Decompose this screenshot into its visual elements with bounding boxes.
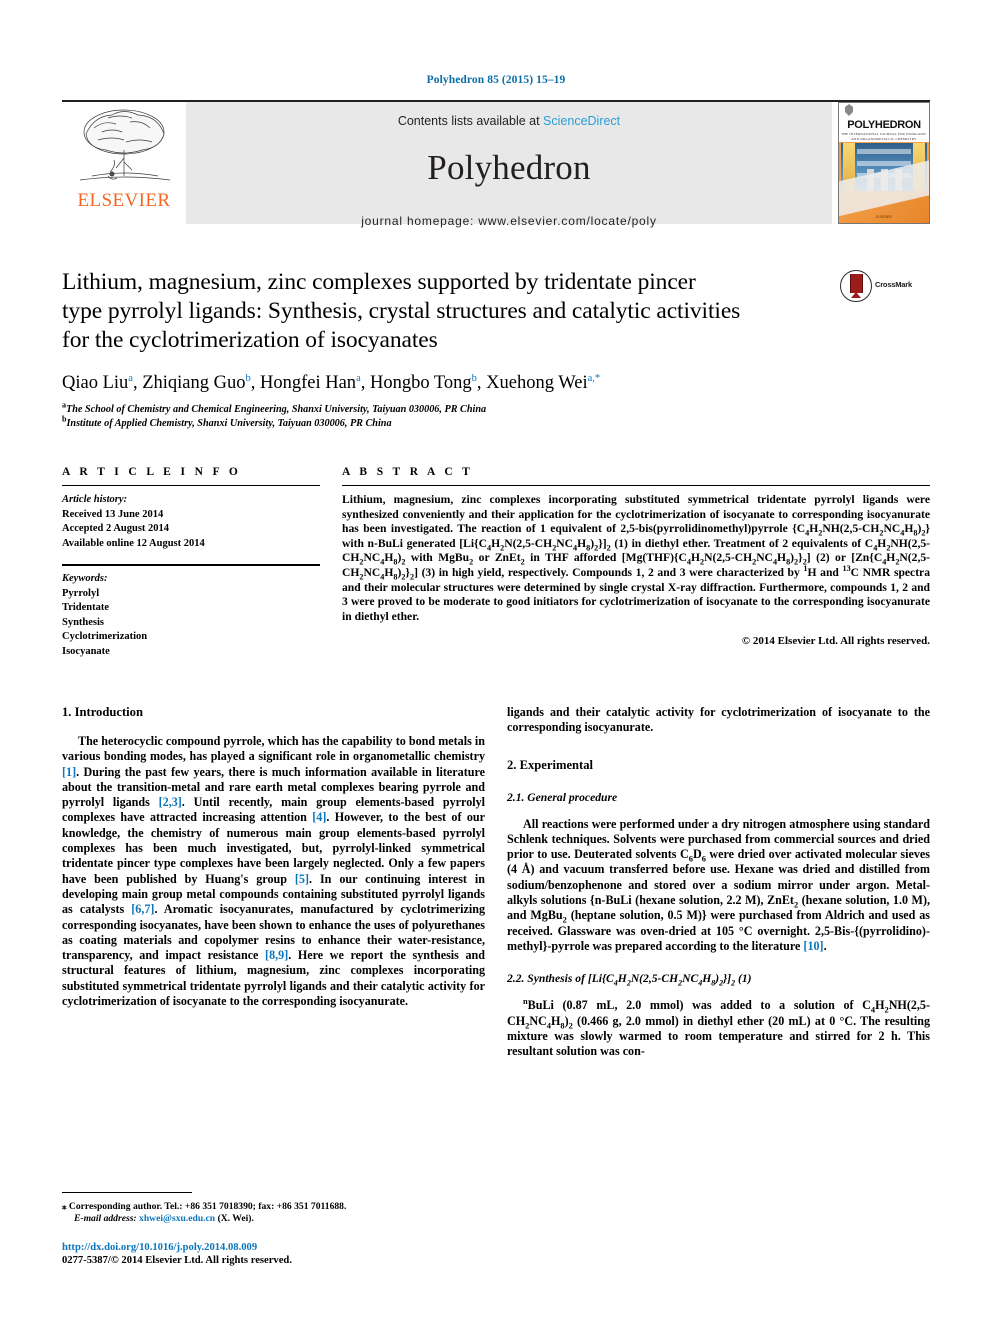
keyword-4: Isocyanate [62, 645, 110, 657]
subsection-heading-general-procedure: 2.1. General procedure [507, 790, 618, 804]
divider [62, 564, 320, 566]
elsevier-tree-icon [79, 109, 171, 181]
body-columns: 1. Introduction The heterocyclic compoun… [62, 705, 930, 1059]
doi-link[interactable]: http://dx.doi.org/10.1016/j.poly.2014.08… [62, 1241, 484, 1254]
title-line-2: type pyrrolyl ligands: Synthesis, crysta… [62, 298, 741, 324]
running-head: Polyhedron 85 (2015) 15–19 [426, 74, 566, 86]
synthesis-paragraph: nBuLi (0.87 mL, 2.0 mmol) was added to a… [507, 997, 930, 1059]
crossmark-icon [840, 270, 872, 302]
author-mark-4: a,* [587, 372, 601, 384]
divider [342, 485, 930, 486]
contents-available-line: Contents lists available at ScienceDirec… [398, 114, 620, 128]
divider [62, 485, 320, 486]
affiliation-1: bInstitute of Applied Chemistry, Shanxi … [62, 415, 930, 431]
info-abstract-row: A R T I C L E I N F O Article history: R… [62, 466, 930, 659]
issn-copyright-line: 0277-5387/© 2014 Elsevier Ltd. All right… [62, 1255, 292, 1266]
corresponding-author-text: Corresponding author. Tel.: +86 351 7018… [68, 1200, 347, 1212]
article-info-column: A R T I C L E I N F O Article history: R… [62, 466, 320, 659]
title-line-3: for the cyclotrimerization of isocyanate… [62, 327, 438, 353]
footnote-area: ⁎ Corresponding author. Tel.: +86 351 70… [62, 1191, 484, 1267]
introduction-paragraph: The heterocyclic compound pyrrole, which… [62, 734, 486, 1009]
cover-subtitle: THE INTERNATIONAL JOURNAL FOR INORGANIC … [839, 132, 929, 142]
keyword-2: Synthesis [62, 616, 105, 628]
author-name-3: Hongbo Tong [369, 373, 472, 393]
elsevier-wordmark: ELSEVIER [77, 190, 171, 211]
cover-journal-title: POLYHEDRON [839, 119, 929, 132]
crossmark-label: CrossMark [875, 280, 912, 289]
author-name-0: Qiao Liu [62, 373, 129, 393]
affiliation-text-1: Institute of Applied Chemistry, Shanxi U… [66, 417, 392, 429]
journal-masthead: ELSEVIER Contents lists available at Sci… [62, 100, 930, 228]
journal-cover-thumbnail[interactable]: POLYHEDRON THE INTERNATIONAL JOURNAL FOR… [838, 102, 930, 224]
author-mark-0: a [128, 372, 133, 384]
affiliation-0: aThe School of Chemistry and Chemical En… [62, 401, 930, 417]
title-line-1: Lithium, magnesium, zinc complexes suppo… [62, 269, 696, 295]
cover-top-band [839, 103, 929, 119]
email-suffix: (X. Wei). [217, 1213, 254, 1225]
author-mark-2: a [356, 372, 361, 384]
elsevier-logo: ELSEVIER [62, 102, 186, 224]
article-info-heading: A R T I C L E I N F O [62, 466, 242, 478]
email-note: E-mail address: xhwei@sxu.edu.cn (X. Wei… [62, 1213, 484, 1226]
author-name-1: Zhiqiang Guo [142, 373, 246, 393]
corresponding-author-marker: ⁎ [62, 1200, 67, 1211]
history-item-0: Received 13 June 2014 [62, 508, 164, 520]
body-column-left: 1. Introduction The heterocyclic compoun… [62, 705, 485, 1059]
cover-bottom-band: ELSEVIER [839, 154, 929, 223]
abstract-heading: A B S T R A C T [342, 466, 474, 478]
journal-homepage-link[interactable]: journal homepage: www.elsevier.com/locat… [361, 214, 657, 228]
keyword-0: Pyrrolyl [62, 587, 100, 599]
general-procedure-paragraph: All reactions were performed under a dry… [507, 816, 931, 953]
section-heading-introduction: 1. Introduction [62, 705, 143, 719]
title-text-wrap: Lithium, magnesium, zinc complexes suppo… [62, 268, 832, 355]
email-label: E-mail address: [74, 1213, 137, 1225]
affiliation-list: aThe School of Chemistry and Chemical En… [62, 401, 930, 431]
page-title: Lithium, magnesium, zinc complexes suppo… [62, 268, 832, 355]
keywords-label: Keywords: [62, 573, 108, 584]
sciencedirect-link[interactable]: ScienceDirect [543, 114, 620, 128]
journal-title: Polyhedron [427, 148, 591, 187]
subsection-heading-synthesis: 2.2. Synthesis of [Li{C4H2N(2,5-CH2NC4H8… [507, 972, 752, 988]
introduction-continuation: ligands and their catalytic activity for… [507, 705, 930, 735]
affiliation-text-0: The School of Chemistry and Chemical Eng… [66, 404, 487, 415]
article-history-label: Article history: [62, 494, 128, 505]
author-name-2: Hongfei Han [259, 373, 357, 393]
contents-prefix: Contents lists available at [397, 114, 544, 128]
masthead-center: Contents lists available at ScienceDirec… [186, 102, 832, 228]
corresponding-author-note: ⁎ Corresponding author. Tel.: +86 351 70… [62, 1200, 484, 1214]
article-page: Polyhedron 85 (2015) 15–19 ELSEVIER Cont… [0, 0, 992, 1323]
email-link[interactable]: xhwei@sxu.edu.cn [139, 1213, 215, 1224]
section-heading-experimental: 2. Experimental [507, 757, 594, 772]
body-column-right: ligands and their catalytic activity for… [507, 705, 930, 1059]
abstract-body: Lithium, magnesium, zinc complexes incor… [342, 493, 931, 623]
cover-crest-icon [845, 104, 853, 116]
history-item-1: Accepted 2 August 2014 [62, 523, 170, 534]
author-mark-3: b [471, 372, 477, 384]
keyword-1: Tridentate [62, 602, 110, 613]
author-list: Qiao Liua, Zhiqiang Guob, Hongfei Hana, … [62, 372, 601, 393]
cover-publisher: ELSEVIER [876, 215, 892, 219]
title-block: Lithium, magnesium, zinc complexes suppo… [62, 268, 930, 355]
footnote-divider [62, 1191, 192, 1193]
history-item-2: Available online 12 August 2014 [62, 537, 205, 549]
keyword-3: Cyclotrimerization [62, 631, 148, 642]
abstract-copyright: © 2014 Elsevier Ltd. All rights reserved… [741, 635, 930, 648]
author-mark-1: b [245, 372, 251, 384]
crossmark-badge-group[interactable]: CrossMark [840, 268, 914, 355]
author-name-4: Xuehong Wei [486, 373, 588, 393]
abstract-column: A B S T R A C T Lithium, magnesium, zinc… [342, 466, 930, 659]
